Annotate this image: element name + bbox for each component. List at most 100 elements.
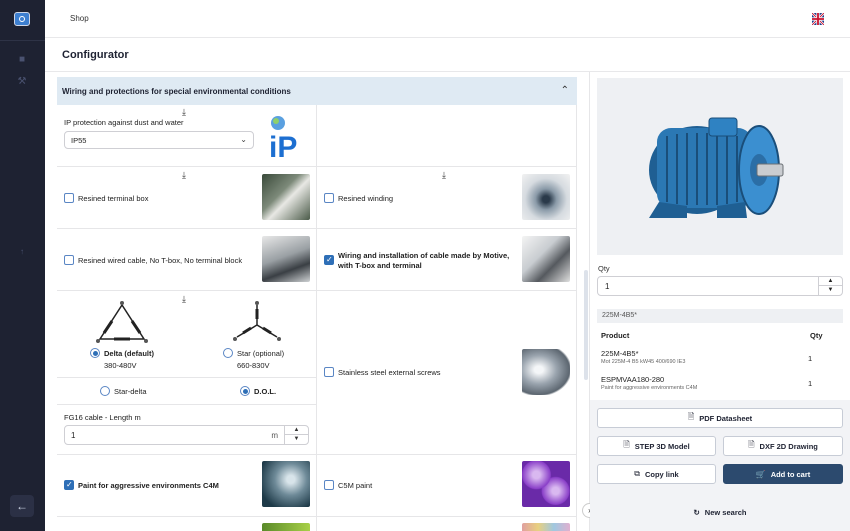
up-arrow-icon[interactable]: ↑ <box>16 246 28 258</box>
download-icon[interactable]: ⤓ <box>182 170 186 181</box>
next-option-image <box>262 523 310 531</box>
winding-image <box>522 174 570 220</box>
top-bar: Shop <box>45 0 850 38</box>
product-qty: 1 <box>808 379 813 388</box>
star-delta-radio[interactable] <box>100 386 110 396</box>
configuration-panel: Wiring and protections for special envir… <box>45 72 590 531</box>
motor-image <box>649 117 784 218</box>
download-icon[interactable]: ⤓ <box>182 107 186 118</box>
stepper-up-icon[interactable]: ▲ <box>819 277 842 286</box>
new-search-label: New search <box>704 507 747 517</box>
resined-terminal-box-cell: ⤓ Resined terminal box <box>57 167 317 229</box>
next-option-image <box>522 523 570 531</box>
qty-label: Qty <box>598 264 610 273</box>
quantity-stepper[interactable]: 1 ▲ ▼ <box>597 276 843 296</box>
empty-cell <box>317 105 577 167</box>
sidebar-divider <box>0 40 45 41</box>
ip-protection-select[interactable]: IP55 ⌄ <box>64 131 254 149</box>
col-product-header: Product <box>601 331 630 340</box>
user-group-icon[interactable]: ■ <box>16 54 28 66</box>
terminal-box-image <box>262 174 310 220</box>
product-panel: Qty 1 ▲ ▼ 225M-4B5* Product Qty 225M-4B5… <box>590 72 850 531</box>
stainless-screws-cell: Stainless steel external screws <box>317 291 577 455</box>
resined-wired-cable-checkbox[interactable] <box>64 255 74 265</box>
resined-winding-label: Resined winding <box>338 194 394 203</box>
new-search-button[interactable]: ↻ New search <box>590 502 850 522</box>
app-logo-icon[interactable] <box>14 12 30 26</box>
paint-c4m-cell: Paint for aggressive environments C4M <box>57 455 317 517</box>
c5m-paint-label: C5M paint <box>338 481 373 490</box>
resined-wired-cable-label: Resined wired cable, No T-box, No termin… <box>78 256 243 265</box>
star-radio[interactable] <box>223 348 233 358</box>
star-diagram-image <box>227 299 287 349</box>
resined-winding-checkbox[interactable] <box>324 193 334 203</box>
wiring-installation-cell: Wiring and installation of cable made by… <box>317 229 577 291</box>
paint-c4m-label: Paint for aggressive environments C4M <box>78 481 219 490</box>
product-name: 225M-4B5* <box>601 349 639 358</box>
stainless-screws-label: Stainless steel external screws <box>338 368 441 377</box>
dxf-2d-drawing-button[interactable]: 🗎 DXF 2D Drawing <box>723 436 843 456</box>
stepper-down-icon[interactable]: ▼ <box>819 286 842 295</box>
resined-terminal-box-checkbox[interactable] <box>64 193 74 203</box>
add-to-cart-button[interactable]: 🛒 Add to cart <box>723 464 843 484</box>
product-desc: Paint for aggressive environments C4M <box>601 385 698 391</box>
next-option-cell <box>57 517 317 531</box>
delta-radio[interactable] <box>90 348 100 358</box>
copy-icon: ⧉ <box>634 469 640 478</box>
qty-value: 1 <box>605 282 610 291</box>
fg16-stepper[interactable]: ▲ ▼ <box>284 426 308 444</box>
product-code-bar: 225M-4B5* <box>597 309 843 323</box>
wrench-icon[interactable]: ⚒ <box>16 76 28 88</box>
cart-icon: 🛒 <box>755 469 766 479</box>
dol-radio[interactable] <box>240 386 250 396</box>
qty-stepper-buttons[interactable]: ▲ ▼ <box>818 277 842 295</box>
shop-link[interactable]: Shop <box>70 14 89 23</box>
copy-link-label: Copy link <box>644 469 679 479</box>
stainless-screws-checkbox[interactable] <box>324 367 334 377</box>
stepper-up-icon[interactable]: ▲ <box>285 426 308 435</box>
next-option-cell <box>317 517 577 531</box>
fg16-divider <box>57 404 317 405</box>
wiring-installation-checkbox[interactable] <box>324 255 334 265</box>
page-header: Configurator <box>45 38 850 72</box>
wired-cable-image <box>262 236 310 282</box>
collapse-sidebar-button[interactable]: ← <box>10 495 34 517</box>
scrollbar[interactable] <box>584 270 588 380</box>
stepper-down-icon[interactable]: ▼ <box>285 435 308 444</box>
section-title: Wiring and protections for special envir… <box>62 87 291 96</box>
download-icon[interactable]: ⤓ <box>182 294 186 305</box>
svg-text:iP: iP <box>269 131 297 159</box>
copy-link-button[interactable]: ⧉ Copy link <box>597 464 716 484</box>
motor-3d-preview[interactable] <box>597 78 843 255</box>
page-title: Configurator <box>62 49 129 61</box>
download-icon[interactable]: ⤓ <box>442 170 446 181</box>
fg16-label: FG16 cable - Length m <box>64 413 141 422</box>
connection-divider <box>57 377 317 378</box>
document-icon: 🗎 <box>748 440 755 449</box>
wiring-installation-image <box>522 236 570 282</box>
col-qty-header: Qty <box>810 331 823 340</box>
chevron-down-icon: ⌄ <box>240 135 247 144</box>
ip-protection-cell: ⤓ IP protection against dust and water I… <box>57 105 317 167</box>
pdf-datasheet-button[interactable]: 🗎 PDF Datasheet <box>597 408 843 428</box>
paint-c4m-image <box>262 461 310 507</box>
resined-terminal-box-label: Resined terminal box <box>78 194 149 203</box>
chevron-up-icon[interactable]: ⌃ <box>561 85 569 96</box>
ip-logo-image: iP <box>267 113 303 164</box>
document-icon: 🗎 <box>687 412 695 421</box>
c5m-paint-checkbox[interactable] <box>324 480 334 490</box>
uk-flag-icon[interactable] <box>812 13 824 25</box>
fg16-unit: m <box>271 431 278 440</box>
ip-protection-value: IP55 <box>71 136 87 145</box>
paint-c4m-checkbox[interactable] <box>64 480 74 490</box>
pdf-datasheet-label: PDF Datasheet <box>699 413 753 423</box>
fg16-length-input[interactable]: 1 m ▲ ▼ <box>64 425 309 445</box>
step-3d-model-label: STEP 3D Model <box>634 441 690 451</box>
section-header[interactable]: Wiring and protections for special envir… <box>57 77 577 105</box>
dol-label: D.O.L. <box>254 387 277 396</box>
resined-winding-cell: ⤓ Resined winding <box>317 167 577 229</box>
connection-cell: ⤓ Delta (default) 380-480V Star (optiona… <box>57 291 317 455</box>
c5m-paint-image <box>522 461 570 507</box>
step-3d-model-button[interactable]: 🗎 STEP 3D Model <box>597 436 716 456</box>
star-voltage: 660-830V <box>237 361 270 370</box>
